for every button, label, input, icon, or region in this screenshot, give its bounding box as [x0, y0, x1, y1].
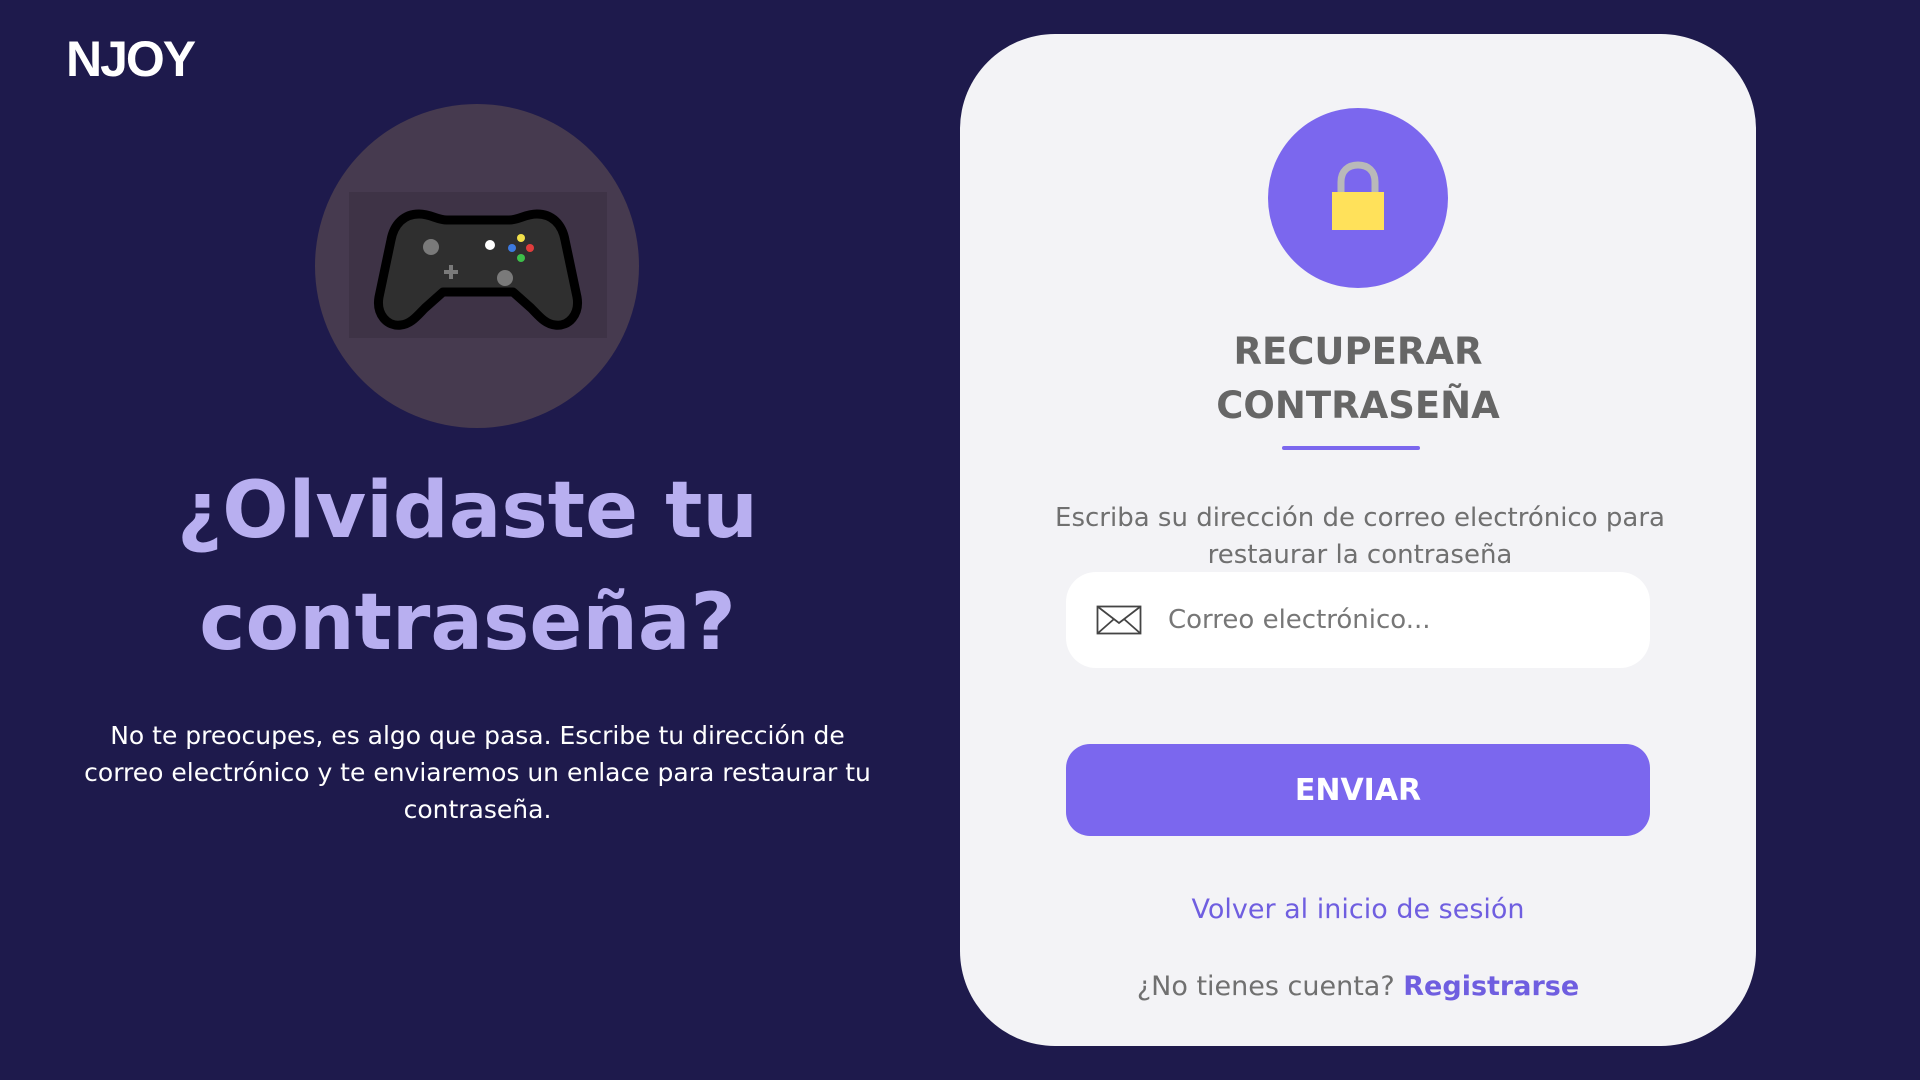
email-field[interactable] [1066, 572, 1650, 668]
email-input[interactable] [1168, 605, 1628, 635]
hero-title-line2: contraseña? [199, 578, 736, 668]
card-title: RECUPERAR CONTRASEÑA [960, 325, 1756, 433]
hero-description: No te preocupes, es algo que pasa. Escri… [84, 721, 871, 824]
brand-logo[interactable]: NJOY [66, 30, 196, 88]
title-underline [1282, 446, 1420, 450]
recover-password-card: RECUPERAR CONTRASEÑA Escriba su direcció… [960, 34, 1756, 1046]
card-title-line1: RECUPERAR [1233, 330, 1483, 373]
card-title-line2: CONTRASEÑA [1216, 384, 1500, 427]
card-description: Escriba su dirección de correo electróni… [1055, 503, 1665, 570]
hero-title: ¿Olvidaste tu contraseña? [60, 455, 875, 679]
forgot-password-page: NJOY ¿Olvidaste tu contraseña? No te pre… [0, 0, 1920, 1080]
signup-prompt: ¿No tienes cuenta? [1136, 971, 1404, 1002]
lock-badge [1268, 108, 1448, 288]
signup-link[interactable]: Registrarse [1403, 971, 1579, 1002]
signup-row: ¿No tienes cuenta? Registrarse [960, 971, 1756, 1002]
hero-title-line1: ¿Olvidaste tu [177, 466, 758, 556]
gamepad-icon [349, 192, 607, 338]
lock-icon [1332, 161, 1384, 230]
back-to-login-link[interactable]: Volver al inicio de sesión [960, 894, 1756, 925]
mail-icon [1096, 605, 1142, 635]
send-button[interactable]: ENVIAR [1066, 744, 1650, 836]
